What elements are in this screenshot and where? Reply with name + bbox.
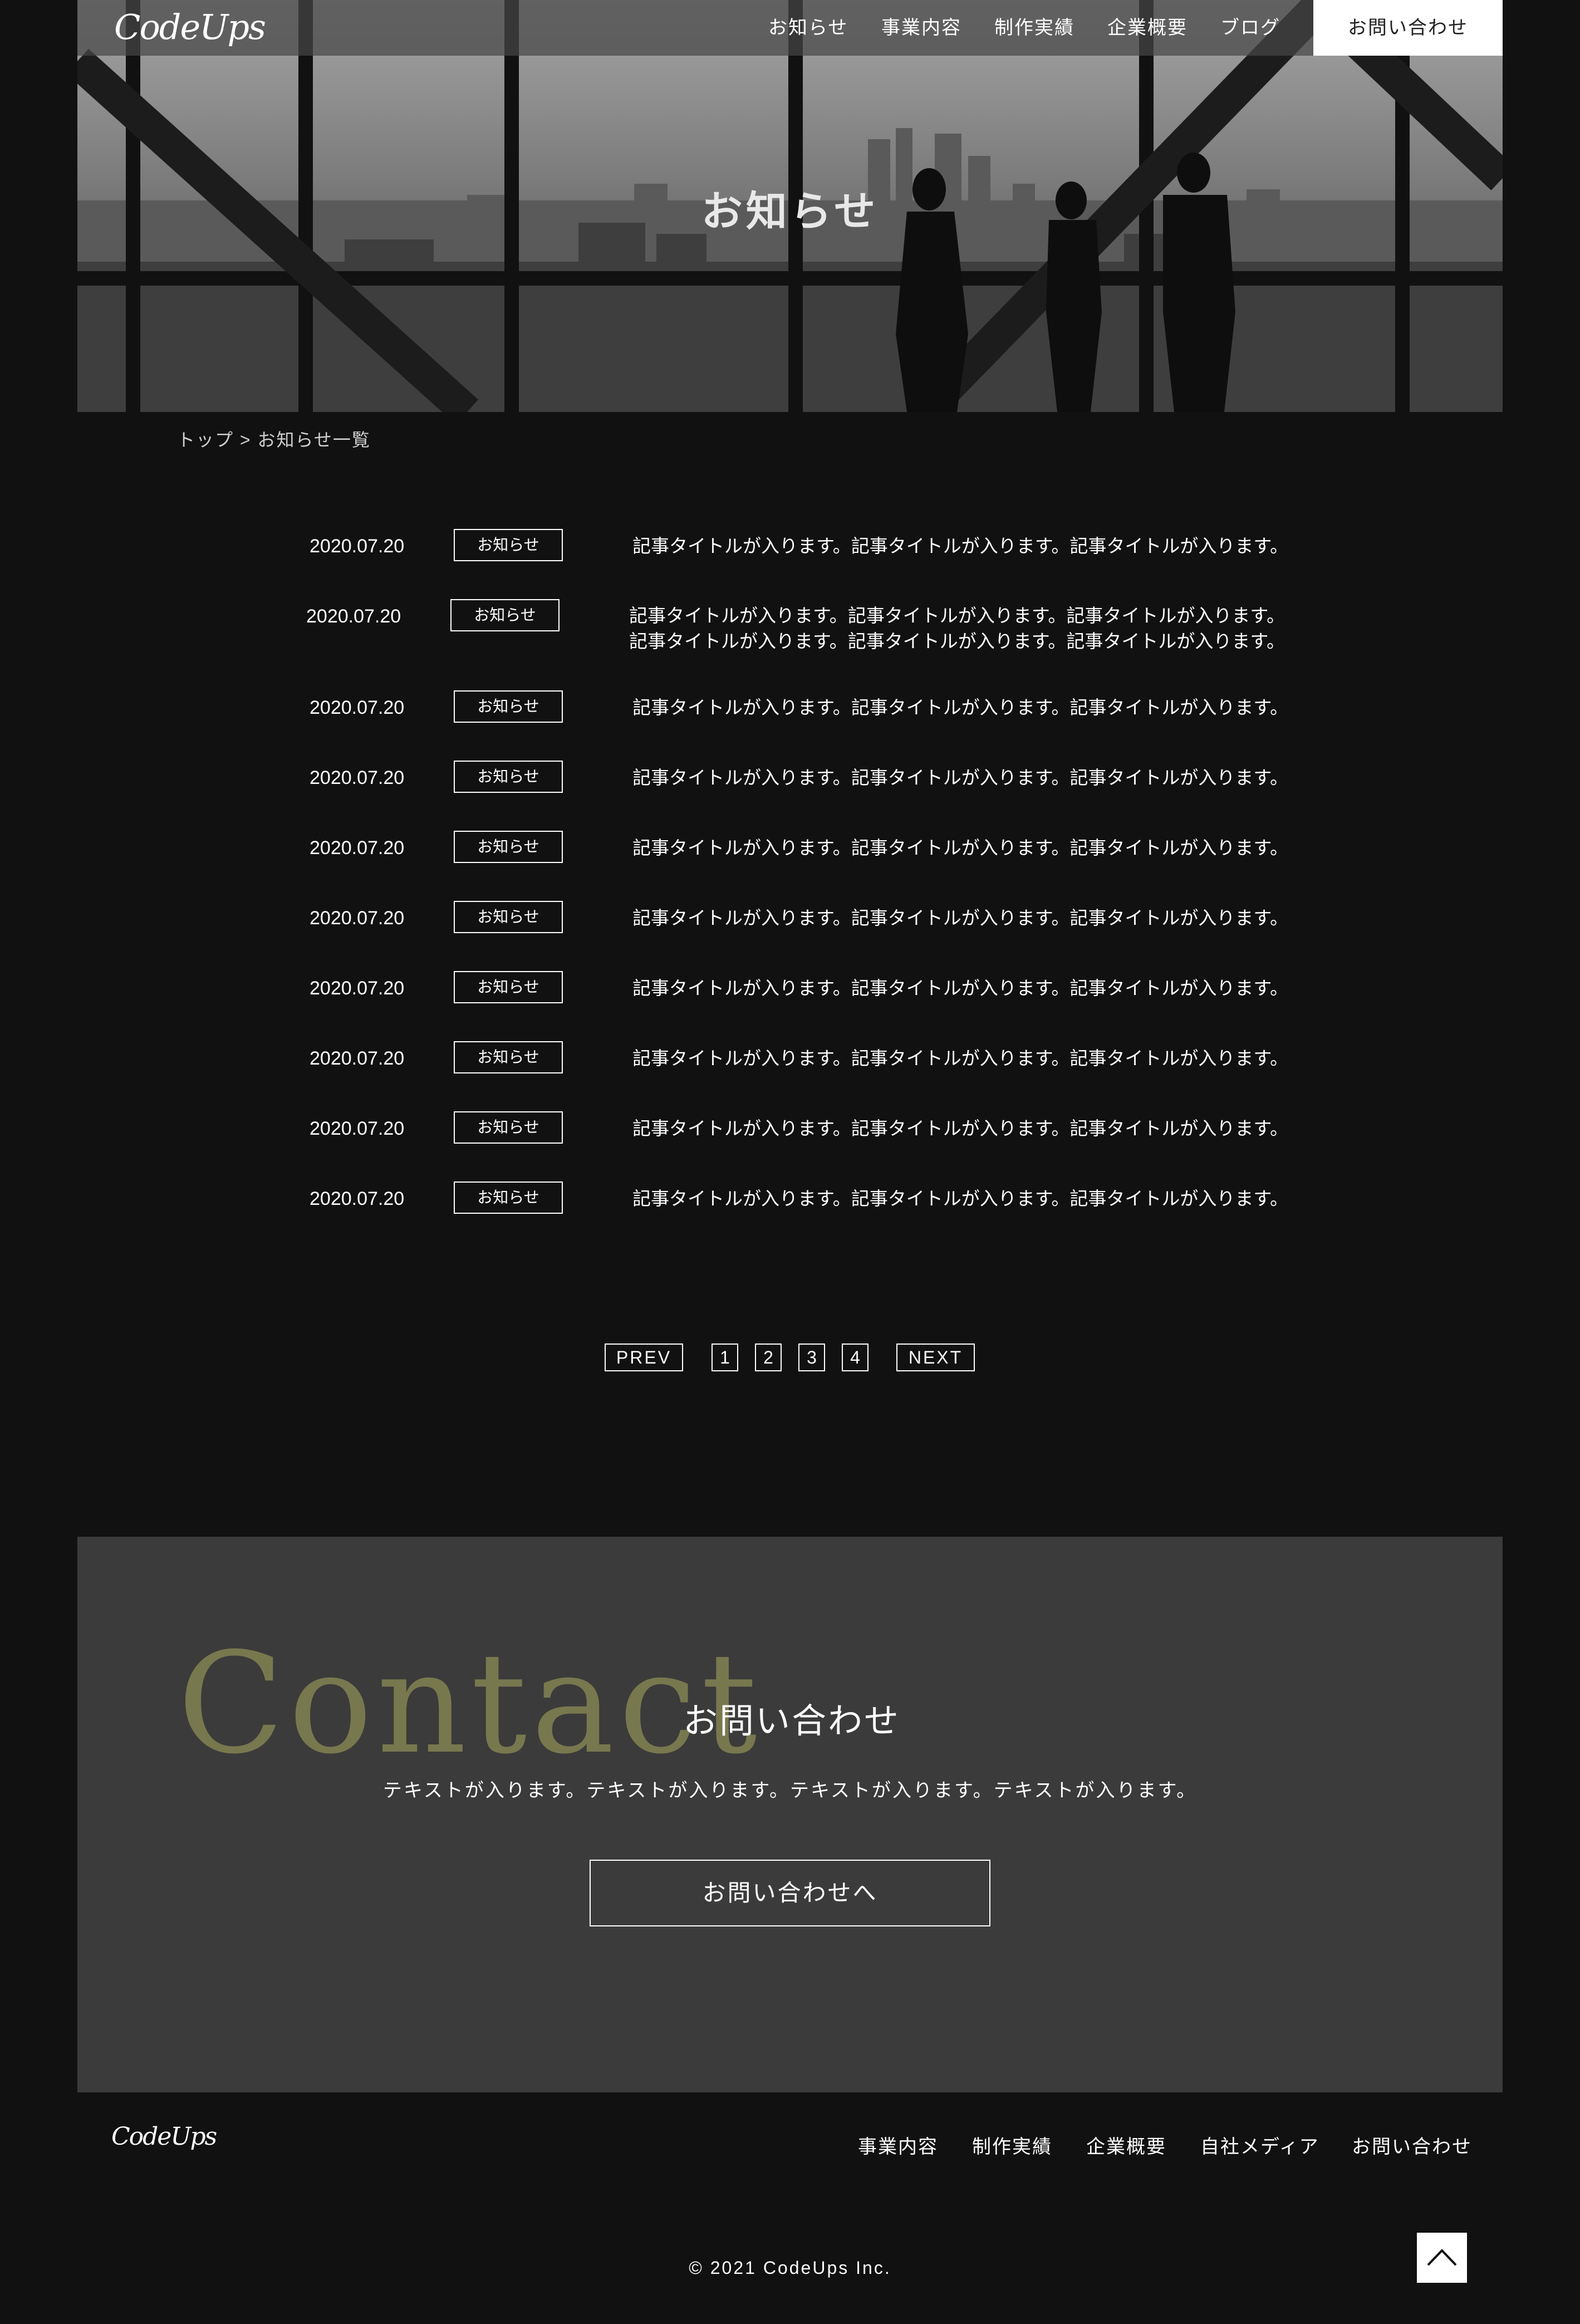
news-date: 2020.07.20 xyxy=(310,978,405,999)
back-to-top-button[interactable] xyxy=(1417,2233,1467,2283)
page-button-2[interactable]: 2 xyxy=(755,1344,782,1371)
news-tag: お知らせ xyxy=(454,690,563,723)
news-title-line: 記事タイトルが入ります。記事タイトルが入ります。記事タイトルが入ります。 xyxy=(629,605,1285,626)
page-button-3[interactable]: 3 xyxy=(798,1344,825,1371)
news-tag: お知らせ xyxy=(454,529,563,561)
news-title[interactable]: 記事タイトルが入ります。記事タイトルが入ります。記事タイトルが入ります。 記事タ… xyxy=(629,603,1297,654)
breadcrumb[interactable]: トップ > お知らせ一覧 xyxy=(177,426,371,452)
news-row[interactable]: 2020.07.20 お知らせ 記事タイトルが入ります。記事タイトルが入ります。… xyxy=(0,761,1580,811)
news-row[interactable]: 2020.07.20 お知らせ 記事タイトルが入ります。記事タイトルが入ります。… xyxy=(0,529,1580,579)
pagination: PREV 1 2 3 4 NEXT xyxy=(0,1344,1580,1371)
copyright: © 2021 CodeUps Inc. xyxy=(689,2258,891,2278)
news-title-line: 記事タイトルが入ります。記事タイトルが入ります。記事タイトルが入ります。 xyxy=(629,631,1285,651)
page: CodeUps お知らせ 事業内容 制作実績 企業概要 ブログ お問い合わせ お… xyxy=(0,0,1580,2324)
contact-text: テキストが入ります。テキストが入ります。テキストが入ります。テキストが入ります。 xyxy=(382,1780,1198,1801)
news-title[interactable]: 記事タイトルが入ります。記事タイトルが入ります。記事タイトルが入ります。 xyxy=(632,761,1301,795)
news-date: 2020.07.20 xyxy=(310,837,405,859)
news-row[interactable]: 2020.07.20 お知らせ 記事タイトルが入ります。記事タイトルが入ります。… xyxy=(0,599,1577,660)
news-date: 2020.07.20 xyxy=(306,606,401,627)
footer-nav-business[interactable]: 事業内容 xyxy=(858,2134,938,2160)
news-tag: お知らせ xyxy=(454,1181,563,1214)
contact-button[interactable]: お問い合わせへ xyxy=(590,1860,990,1926)
news-title[interactable]: 記事タイトルが入ります。記事タイトルが入ります。記事タイトルが入ります。 xyxy=(632,1041,1301,1076)
page-button-4[interactable]: 4 xyxy=(842,1344,868,1371)
page-button-1[interactable]: 1 xyxy=(712,1344,738,1371)
news-date: 2020.07.20 xyxy=(310,697,405,718)
contact-heading-en: Contact xyxy=(178,1622,762,1784)
news-date: 2020.07.20 xyxy=(310,1118,405,1139)
chevron-up-icon xyxy=(1427,2249,1457,2266)
news-title[interactable]: 記事タイトルが入ります。記事タイトルが入ります。記事タイトルが入ります。 xyxy=(632,1181,1301,1216)
page-title: お知らせ xyxy=(701,188,879,234)
news-row[interactable]: 2020.07.20 お知らせ 記事タイトルが入ります。記事タイトルが入ります。… xyxy=(0,971,1580,1021)
news-row[interactable]: 2020.07.20 お知らせ 記事タイトルが入ります。記事タイトルが入ります。… xyxy=(0,690,1580,741)
nav-item-company[interactable]: 企業概要 xyxy=(1107,14,1188,41)
news-tag: お知らせ xyxy=(454,901,563,933)
news-tag: お知らせ xyxy=(454,761,563,793)
news-tag: お知らせ xyxy=(454,831,563,863)
footer-nav-media[interactable]: 自社メディア xyxy=(1200,2134,1319,2160)
news-title[interactable]: 記事タイトルが入ります。記事タイトルが入ります。記事タイトルが入ります。 xyxy=(632,690,1301,725)
news-title[interactable]: 記事タイトルが入ります。記事タイトルが入ります。記事タイトルが入ります。 xyxy=(632,901,1301,935)
news-tag: お知らせ xyxy=(450,599,560,631)
news-date: 2020.07.20 xyxy=(310,908,405,929)
news-date: 2020.07.20 xyxy=(310,536,405,557)
news-row[interactable]: 2020.07.20 お知らせ 記事タイトルが入ります。記事タイトルが入ります。… xyxy=(0,901,1580,951)
nav-item-works[interactable]: 制作実績 xyxy=(994,14,1074,41)
news-tag: お知らせ xyxy=(454,971,563,1003)
footer-nav-contact[interactable]: お問い合わせ xyxy=(1352,2134,1472,2160)
nav-item-news[interactable]: お知らせ xyxy=(768,14,848,41)
news-tag: お知らせ xyxy=(454,1111,563,1144)
nav-item-blog[interactable]: ブログ xyxy=(1220,14,1280,41)
news-title[interactable]: 記事タイトルが入ります。記事タイトルが入ります。記事タイトルが入ります。 xyxy=(632,971,1301,1006)
footer-nav-company[interactable]: 企業概要 xyxy=(1086,2134,1166,2160)
prev-button[interactable]: PREV xyxy=(605,1344,683,1371)
header-contact-button[interactable]: お問い合わせ xyxy=(1313,0,1503,56)
news-row[interactable]: 2020.07.20 お知らせ 記事タイトルが入ります。記事タイトルが入ります。… xyxy=(0,1041,1580,1091)
news-date: 2020.07.20 xyxy=(310,1188,405,1209)
hero-section: CodeUps お知らせ 事業内容 制作実績 企業概要 ブログ お問い合わせ お… xyxy=(77,0,1503,412)
news-tag: お知らせ xyxy=(454,1041,563,1073)
news-title[interactable]: 記事タイトルが入ります。記事タイトルが入ります。記事タイトルが入ります。 xyxy=(632,529,1301,563)
contact-section: Contact お問い合わせ テキストが入ります。テキストが入ります。テキストが… xyxy=(77,1537,1503,2092)
news-title[interactable]: 記事タイトルが入ります。記事タイトルが入ります。記事タイトルが入ります。 xyxy=(632,831,1301,865)
contact-heading-ja: お問い合わせ xyxy=(683,1702,901,1740)
header-nav: お知らせ 事業内容 制作実績 企業概要 ブログ お問い合わせ xyxy=(77,0,1503,56)
footer-logo[interactable]: CodeUps xyxy=(111,2122,217,2151)
news-date: 2020.07.20 xyxy=(310,1048,405,1069)
news-date: 2020.07.20 xyxy=(310,767,405,788)
news-title[interactable]: 記事タイトルが入ります。記事タイトルが入ります。記事タイトルが入ります。 xyxy=(632,1111,1301,1146)
next-button[interactable]: NEXT xyxy=(896,1344,975,1371)
news-row[interactable]: 2020.07.20 お知らせ 記事タイトルが入ります。記事タイトルが入ります。… xyxy=(0,1111,1580,1161)
news-row[interactable]: 2020.07.20 お知らせ 記事タイトルが入ります。記事タイトルが入ります。… xyxy=(0,1181,1580,1232)
footer-nav-works[interactable]: 制作実績 xyxy=(972,2134,1052,2160)
news-row[interactable]: 2020.07.20 お知らせ 記事タイトルが入ります。記事タイトルが入ります。… xyxy=(0,831,1580,881)
nav-item-business[interactable]: 事業内容 xyxy=(881,14,961,41)
